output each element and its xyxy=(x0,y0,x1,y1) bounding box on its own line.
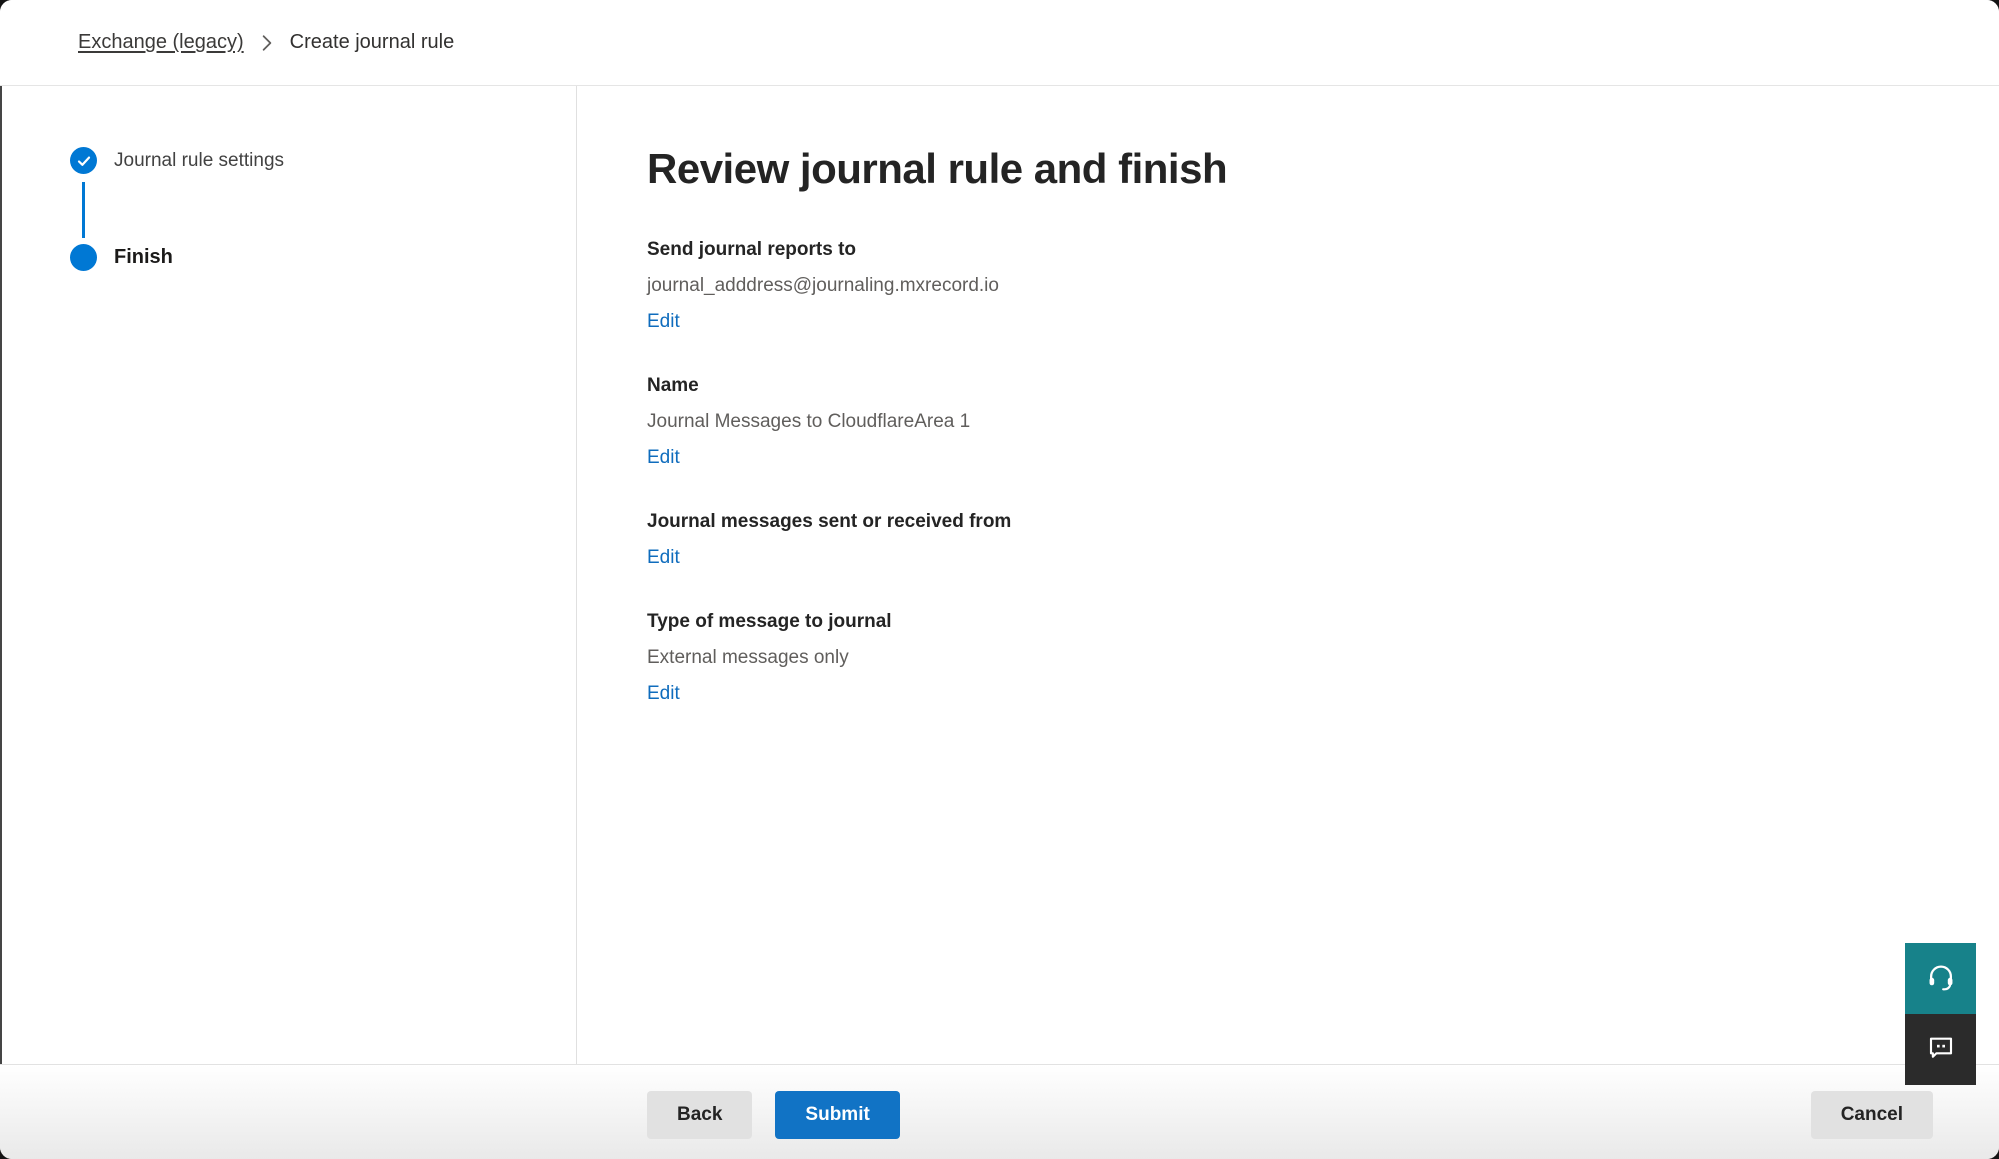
window-left-edge xyxy=(0,86,2,1064)
breadcrumb: Exchange (legacy) Create journal rule xyxy=(78,31,454,54)
rule-name-value: Journal Messages to CloudflareArea 1 xyxy=(647,409,1939,435)
exchange-admin-window: Exchange (legacy) Create journal rule Jo… xyxy=(0,0,1999,1159)
floating-helper-buttons xyxy=(1905,943,1976,1085)
cancel-button[interactable]: Cancel xyxy=(1811,1091,1933,1139)
breadcrumb-create-journal-rule: Create journal rule xyxy=(290,31,455,54)
feedback-chat-icon xyxy=(1925,1032,1957,1067)
section-label: Journal messages sent or received from xyxy=(647,509,1939,535)
review-pane: Review journal rule and finish Send jour… xyxy=(577,86,1999,1064)
step-completed-check-icon xyxy=(70,147,97,174)
step-journal-rule-settings[interactable]: Journal rule settings xyxy=(70,147,576,174)
section-journal-messages-scope: Journal messages sent or received from E… xyxy=(647,509,1939,571)
submit-button[interactable]: Submit xyxy=(775,1091,899,1139)
breadcrumb-exchange-legacy[interactable]: Exchange (legacy) xyxy=(78,31,244,54)
step-label: Journal rule settings xyxy=(114,150,284,172)
step-finish[interactable]: Finish xyxy=(70,244,576,271)
chevron-right-icon xyxy=(260,34,274,52)
section-label: Send journal reports to xyxy=(647,237,1939,263)
wizard-stepper: Journal rule settings Finish xyxy=(0,86,577,1064)
feedback-button[interactable] xyxy=(1905,1014,1976,1085)
message-type-value: External messages only xyxy=(647,645,1939,671)
section-send-journal-reports-to: Send journal reports to journal_adddress… xyxy=(647,237,1939,335)
main-area: Journal rule settings Finish Review jour… xyxy=(0,86,1999,1064)
edit-send-journal-reports-link[interactable]: Edit xyxy=(647,309,680,335)
step-label: Finish xyxy=(114,246,173,269)
edit-journal-scope-link[interactable]: Edit xyxy=(647,545,680,571)
section-message-type: Type of message to journal External mess… xyxy=(647,609,1939,707)
breadcrumb-bar: Exchange (legacy) Create journal rule xyxy=(0,0,1999,86)
section-label: Type of message to journal xyxy=(647,609,1939,635)
step-connector-line xyxy=(82,182,85,238)
edit-message-type-link[interactable]: Edit xyxy=(647,681,680,707)
section-label: Name xyxy=(647,373,1939,399)
edit-name-link[interactable]: Edit xyxy=(647,445,680,471)
back-button[interactable]: Back xyxy=(647,1091,752,1139)
headset-icon xyxy=(1925,961,1957,996)
help-button[interactable] xyxy=(1905,943,1976,1014)
step-current-dot-icon xyxy=(70,244,97,271)
section-name: Name Journal Messages to CloudflareArea … xyxy=(647,373,1939,471)
page-title: Review journal rule and finish xyxy=(647,145,1939,193)
journal-report-address-value: journal_adddress@journaling.mxrecord.io xyxy=(647,273,1939,299)
footer-command-bar: Back Submit Cancel xyxy=(0,1064,1999,1159)
